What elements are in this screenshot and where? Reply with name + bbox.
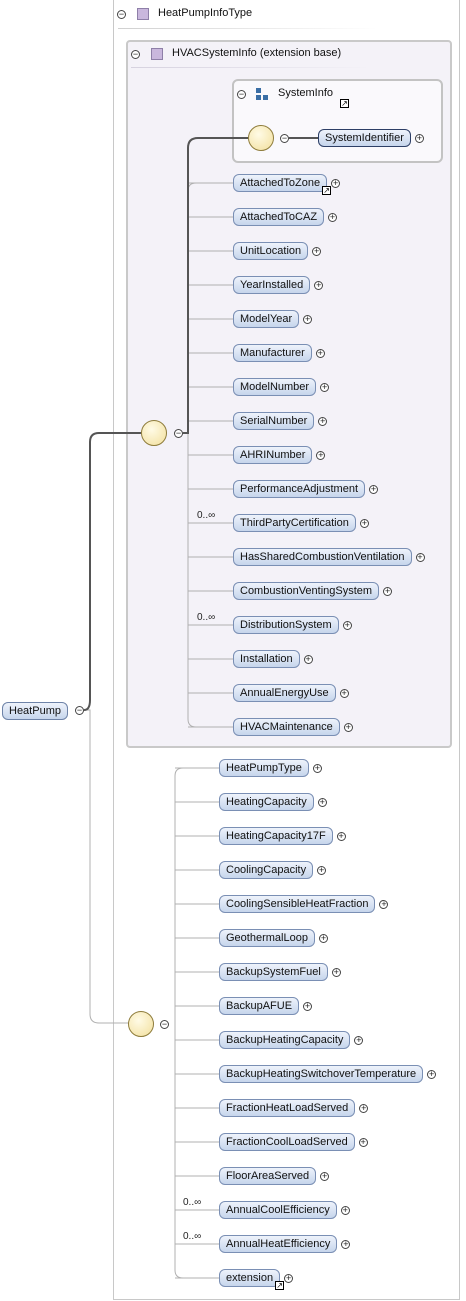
sequence-compositor-icon[interactable]: [141, 420, 167, 446]
element-attached-to-zone[interactable]: AttachedToZone: [233, 174, 328, 192]
reference-arrow-icon[interactable]: ↗: [340, 99, 349, 108]
collapse-type-icon[interactable]: −: [117, 10, 126, 19]
element-ahrinumber[interactable]: AHRINumber: [233, 446, 313, 464]
expand-plus-icon[interactable]: +: [336, 832, 346, 841]
element-model-number[interactable]: ModelNumber: [233, 378, 317, 396]
expand-plus-icon[interactable]: +: [303, 1002, 313, 1011]
sequence-compositor-icon[interactable]: [248, 125, 274, 151]
element-third-party-certification[interactable]: ThirdPartyCertification: [233, 514, 356, 532]
occurrence-label: 0..∞: [183, 1231, 202, 1242]
element-system-identifier[interactable]: SystemIdentifier: [318, 129, 411, 147]
element-year-installed[interactable]: YearInstalled: [233, 276, 311, 294]
element-has-shared-combustion-ventilation[interactable]: HasSharedCombustionVentilation: [233, 548, 412, 566]
element-serial-number[interactable]: SerialNumber: [233, 412, 315, 430]
expand-plus-icon[interactable]: +: [312, 764, 322, 773]
collapse-base-icon[interactable]: −: [131, 50, 140, 59]
expand-plus-icon[interactable]: +: [317, 798, 327, 807]
element-annual-cool-efficiency[interactable]: AnnualCoolEfficiency: [219, 1201, 337, 1219]
expand-plus-icon[interactable]: +: [359, 519, 369, 528]
element-fraction-cool-load-served[interactable]: FractionCoolLoadServed: [219, 1133, 355, 1151]
element-floor-area-served[interactable]: FloorAreaServed: [219, 1167, 317, 1185]
element-cooling-sensible-heat-fraction[interactable]: CoolingSensibleHeatFraction: [219, 895, 376, 913]
sequence-compositor-icon[interactable]: [128, 1011, 154, 1037]
element-unit-location[interactable]: UnitLocation: [233, 242, 309, 260]
collapse-sequence-icon[interactable]: −: [174, 429, 183, 438]
occurrence-label: 0..∞: [197, 612, 216, 623]
expand-plus-icon[interactable]: +: [342, 621, 352, 630]
element-heat-pump-type[interactable]: HeatPumpType: [219, 759, 309, 777]
reference-arrow-icon[interactable]: ↗: [275, 1281, 285, 1290]
element-model-year[interactable]: ModelYear: [233, 310, 300, 328]
element-hvacmaintenance[interactable]: HVACMaintenance: [233, 718, 340, 736]
element-performance-adjustment[interactable]: PerformanceAdjustment: [233, 480, 365, 498]
collapse-group-icon[interactable]: −: [237, 90, 246, 99]
element-geothermal-loop[interactable]: GeothermalLoop: [219, 929, 315, 947]
base-type-icon: [151, 48, 163, 60]
base-underline: [131, 67, 371, 68]
expand-plus-icon[interactable]: +: [369, 485, 378, 494]
element-backup-heating-switchover-temperature[interactable]: BackupHeatingSwitchoverTemperature: [219, 1065, 424, 1083]
element-heating-capacity[interactable]: HeatingCapacity: [219, 793, 314, 811]
element-extension[interactable]: extension: [219, 1269, 281, 1287]
element-backup-system-fuel[interactable]: BackupSystemFuel: [219, 963, 328, 981]
element-attached-to-caz[interactable]: AttachedToCAZ: [233, 208, 325, 226]
expand-plus-icon[interactable]: +: [315, 349, 325, 358]
collapse-root-icon[interactable]: −: [75, 706, 84, 715]
root-element-heatpump[interactable]: HeatPump: [2, 702, 68, 720]
occurrence-label: 0..∞: [183, 1197, 202, 1208]
collapse-sequence-icon[interactable]: −: [280, 134, 289, 143]
element-manufacturer[interactable]: Manufacturer: [233, 344, 312, 362]
expand-plus-icon[interactable]: +: [303, 655, 313, 664]
expand-plus-icon[interactable]: +: [358, 1138, 368, 1147]
expand-plus-icon[interactable]: +: [340, 1206, 350, 1215]
element-combustion-venting-system[interactable]: CombustionVentingSystem: [233, 582, 380, 600]
base-title: HVACSystemInfo (extension base): [172, 47, 342, 59]
expand-plus-icon[interactable]: +: [343, 723, 353, 732]
complex-type-icon: [137, 8, 149, 20]
title-underline: [118, 28, 378, 29]
element-annual-heat-efficiency[interactable]: AnnualHeatEfficiency: [219, 1235, 338, 1253]
expand-plus-icon[interactable]: +: [331, 968, 341, 977]
element-annual-energy-use[interactable]: AnnualEnergyUse: [233, 684, 336, 702]
element-installation[interactable]: Installation: [233, 650, 300, 668]
expand-plus-icon[interactable]: +: [318, 934, 328, 943]
element-distribution-system[interactable]: DistributionSystem: [233, 616, 339, 634]
complex-type-title: HeatPumpInfoType: [158, 7, 253, 19]
model-group-icon: [256, 88, 268, 100]
element-backup-afue[interactable]: BackupAFUE: [219, 997, 300, 1015]
expand-plus-icon[interactable]: +: [414, 134, 424, 143]
element-cooling-capacity[interactable]: CoolingCapacity: [219, 861, 314, 879]
collapse-sequence-icon[interactable]: −: [160, 1020, 169, 1029]
occurrence-label: 0..∞: [197, 510, 216, 521]
element-heating-capacity17-f[interactable]: HeatingCapacity17F: [219, 827, 333, 845]
expand-plus-icon[interactable]: +: [415, 553, 425, 562]
expand-plus-icon[interactable]: +: [328, 213, 338, 222]
element-fraction-heat-load-served[interactable]: FractionHeatLoadServed: [219, 1099, 356, 1117]
group-title: SystemInfo: [278, 87, 334, 99]
reference-arrow-icon[interactable]: ↗: [322, 186, 332, 195]
element-backup-heating-capacity[interactable]: BackupHeatingCapacity: [219, 1031, 351, 1049]
expand-plus-icon[interactable]: +: [339, 689, 349, 698]
expand-plus-icon[interactable]: +: [383, 587, 393, 596]
